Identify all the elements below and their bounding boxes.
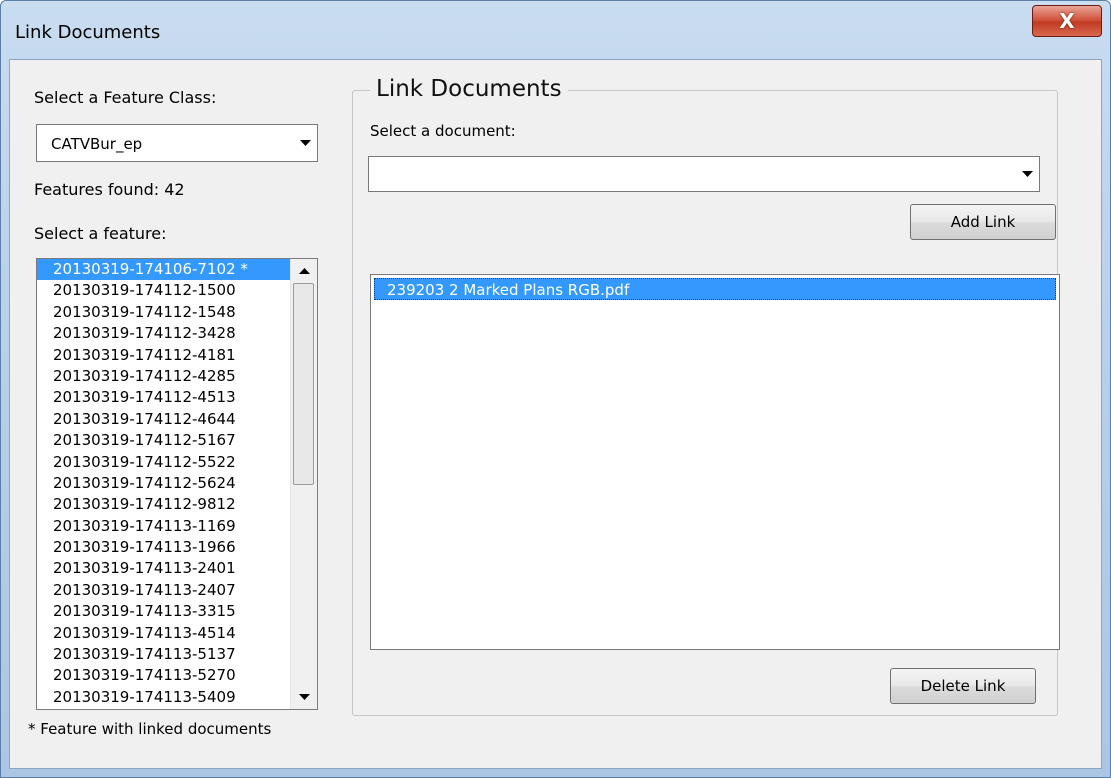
feature-list-item[interactable]: 20130319-174113-1966 [37, 537, 317, 558]
feature-list-item[interactable]: 20130319-174113-5409 [37, 687, 317, 708]
feature-list-item[interactable]: 20130319-174112-9812 [37, 494, 317, 515]
arrow-up-icon [298, 267, 310, 274]
feature-list-item[interactable]: 20130319-174112-1500 [37, 280, 317, 301]
feature-list-item[interactable]: 20130319-174106-7102 * [37, 259, 317, 281]
document-dropdown[interactable] [368, 156, 1040, 192]
feature-list-item[interactable]: 20130319-174113-5137 [37, 644, 317, 665]
dialog-body: Select a Feature Class: CATVBur_ep Featu… [9, 59, 1102, 769]
linked-documents-list[interactable]: 239203 2 Marked Plans RGB.pdf [370, 274, 1060, 650]
feature-list-item[interactable]: 20130319-174112-3428 [37, 323, 317, 344]
arrow-down-icon [298, 693, 310, 700]
close-icon: X [1059, 9, 1075, 33]
feature-list-item[interactable]: 20130319-174112-4513 [37, 387, 317, 408]
chevron-down-icon [299, 139, 311, 146]
feature-list-item[interactable]: 20130319-174113-3315 [37, 601, 317, 622]
title-bar[interactable]: Link Documents X [1, 1, 1110, 59]
dropdown-button[interactable] [294, 126, 316, 160]
window-title: Link Documents [15, 22, 161, 43]
feature-list-items: 20130319-174106-7102 * 20130319-174112-15… [37, 259, 317, 708]
feature-list-item[interactable]: 20130319-174112-5167 [37, 430, 317, 451]
feature-class-value: CATVBur_ep [51, 135, 143, 153]
feature-list-item[interactable]: 20130319-174113-5270 [37, 665, 317, 686]
feature-list-item[interactable]: 20130319-174113-2407 [37, 580, 317, 601]
feature-list-item[interactable]: 20130319-174112-4644 [37, 409, 317, 430]
close-button[interactable]: X [1032, 5, 1102, 37]
linked-docs-footnote: * Feature with linked documents [28, 720, 272, 738]
select-feature-label: Select a feature: [34, 224, 167, 243]
feature-list-item[interactable]: 20130319-174113-4514 [37, 623, 317, 644]
feature-list-scrollbar[interactable] [290, 259, 317, 709]
feature-list-item[interactable]: 20130319-174112-5624 [37, 473, 317, 494]
feature-list-item[interactable]: 20130319-174113-1169 [37, 516, 317, 537]
document-dropdown-button[interactable] [1016, 158, 1038, 190]
chevron-down-icon [1021, 170, 1033, 177]
feature-list-item[interactable]: 20130319-174112-4181 [37, 345, 317, 366]
group-title: Link Documents [370, 76, 568, 102]
feature-class-dropdown[interactable]: CATVBur_ep [36, 124, 318, 162]
feature-class-label: Select a Feature Class: [34, 88, 217, 107]
linked-document-item[interactable]: 239203 2 Marked Plans RGB.pdf [374, 278, 1056, 300]
feature-list-item[interactable]: 20130319-174112-4285 [37, 366, 317, 387]
feature-list-item[interactable]: 20130319-174113-2401 [37, 558, 317, 579]
feature-list-item[interactable]: 20130319-174112-1548 [37, 302, 317, 323]
delete-link-button[interactable]: Delete Link [890, 668, 1036, 704]
link-documents-window: Link Documents X Select a Feature Class:… [0, 0, 1111, 778]
scroll-down-button[interactable] [292, 686, 316, 708]
scroll-thumb[interactable] [293, 283, 314, 485]
feature-list-item[interactable]: 20130319-174112-5522 [37, 452, 317, 473]
scroll-up-button[interactable] [292, 260, 316, 282]
features-found-count: Features found: 42 [34, 180, 185, 199]
select-document-label: Select a document: [370, 122, 516, 140]
add-link-button[interactable]: Add Link [910, 204, 1056, 240]
feature-listbox[interactable]: 20130319-174106-7102 * 20130319-174112-15… [36, 258, 318, 710]
